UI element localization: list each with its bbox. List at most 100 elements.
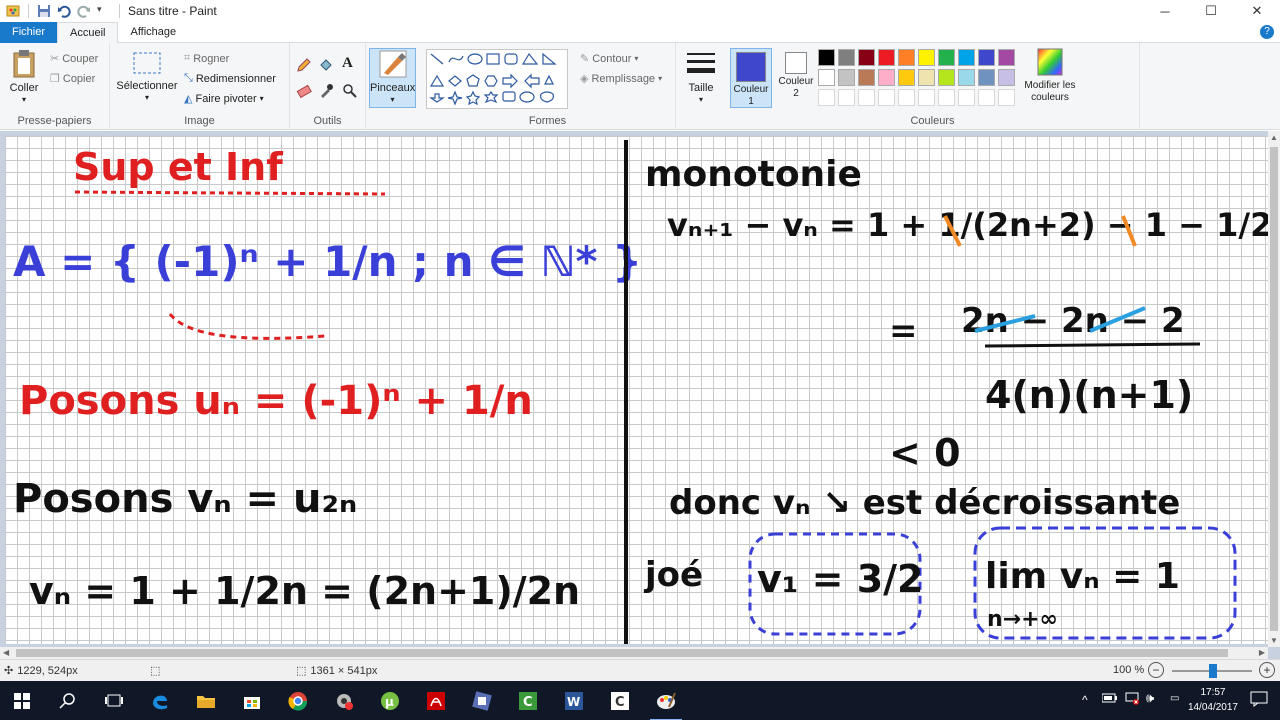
palette-swatch[interactable] <box>818 49 835 66</box>
copy-button[interactable]: ❐ Copier <box>50 72 95 86</box>
color-picker-icon[interactable] <box>318 83 334 99</box>
zoom-in-button[interactable]: + <box>1259 662 1275 678</box>
chevron-up-icon[interactable]: ^ <box>1082 693 1088 707</box>
taskbar-chrome[interactable] <box>278 686 318 716</box>
taskbar-paint[interactable] <box>646 686 686 720</box>
palette-swatch[interactable] <box>898 89 915 106</box>
size-button[interactable]: Taille ▾ <box>680 49 722 106</box>
crop-button[interactable]: ⌗ Rogner <box>184 52 229 65</box>
palette-swatch[interactable] <box>858 69 875 86</box>
shapes-gallery[interactable] <box>426 49 568 109</box>
svg-text:C: C <box>615 695 625 710</box>
eraser-icon[interactable] <box>296 83 312 99</box>
ime-icon[interactable]: ▭ <box>1170 693 1179 704</box>
horizontal-scrollbar[interactable]: ◀ ▶ <box>0 647 1268 659</box>
resize-button[interactable]: ⤡ Redimensionner <box>184 72 276 85</box>
palette-swatch[interactable] <box>918 49 935 66</box>
scroll-thumb[interactable] <box>1270 147 1278 631</box>
scroll-thumb[interactable] <box>16 649 1228 657</box>
customize-toolbar-icon[interactable]: ▾ <box>97 4 111 18</box>
scroll-right-icon[interactable]: ▶ <box>1259 648 1265 657</box>
cut-button[interactable]: ✂ Couper <box>50 52 98 66</box>
text-tool-icon[interactable]: A <box>342 55 353 72</box>
palette-swatch[interactable] <box>818 89 835 106</box>
zoom-slider-thumb[interactable] <box>1209 664 1217 678</box>
fill-dropdown[interactable]: ◈ Remplissage ▾ <box>580 72 662 86</box>
palette-swatch[interactable] <box>918 89 935 106</box>
vertical-scrollbar[interactable]: ▲ ▼ <box>1268 131 1280 647</box>
maximize-button[interactable]: ☐ <box>1188 0 1234 22</box>
battery-icon[interactable] <box>1101 693 1118 706</box>
rotate-button[interactable]: ◭ Faire pivoter ▾ <box>184 92 264 106</box>
save-icon[interactable] <box>37 4 51 18</box>
taskbar-acrobat[interactable] <box>416 686 456 716</box>
outline-dropdown[interactable]: ✎ Contour ▾ <box>580 52 638 66</box>
brushes-button[interactable]: Pinceaux ▾ <box>369 48 416 108</box>
taskbar-edge[interactable] <box>140 686 180 716</box>
undo-icon[interactable] <box>57 4 71 18</box>
fill-bucket-icon[interactable] <box>318 57 334 73</box>
zoom-out-button[interactable]: − <box>1148 662 1164 678</box>
drawing-canvas[interactable]: Sup et Inf A = { (-1)ⁿ + 1/n ; n ∈ ℕ* } … <box>5 136 1268 644</box>
taskbar-word[interactable]: W <box>554 686 594 716</box>
palette-swatch[interactable] <box>838 49 855 66</box>
palette-swatch[interactable] <box>878 89 895 106</box>
palette-swatch[interactable] <box>918 69 935 86</box>
taskbar-app-c[interactable]: C <box>600 686 640 716</box>
palette-swatch[interactable] <box>858 89 875 106</box>
taskbar-store[interactable] <box>232 686 272 716</box>
palette-swatch[interactable] <box>938 49 955 66</box>
task-view-button[interactable] <box>94 686 134 716</box>
palette-swatch[interactable] <box>958 69 975 86</box>
close-button[interactable]: ✕ <box>1234 0 1280 22</box>
palette-swatch[interactable] <box>898 49 915 66</box>
palette-swatch[interactable] <box>838 69 855 86</box>
tab-home[interactable]: Accueil <box>57 22 119 44</box>
taskbar-utorrent[interactable]: μ <box>370 686 410 716</box>
minimize-button[interactable]: ─ <box>1142 0 1188 22</box>
palette-swatch[interactable] <box>858 49 875 66</box>
network-icon[interactable] <box>1124 691 1140 708</box>
volume-icon[interactable]: 🕪 <box>1146 690 1154 706</box>
select-button[interactable]: Sélectionner ▾ <box>116 51 178 104</box>
search-button[interactable] <box>48 686 88 716</box>
scroll-up-icon[interactable]: ▲ <box>1270 133 1278 142</box>
palette-swatch[interactable] <box>938 69 955 86</box>
help-icon[interactable]: ? <box>1260 25 1274 39</box>
palette-swatch[interactable] <box>878 69 895 86</box>
palette-swatch[interactable] <box>838 89 855 106</box>
pencil-icon[interactable] <box>296 57 312 73</box>
taskbar-app-gear[interactable] <box>324 686 364 716</box>
redo-icon[interactable] <box>77 4 91 18</box>
scroll-down-icon[interactable]: ▼ <box>1270 636 1278 645</box>
color2-button[interactable]: Couleur 2 <box>776 48 816 100</box>
taskbar-app-blue[interactable] <box>462 686 502 716</box>
palette-swatch[interactable] <box>978 89 995 106</box>
edit-colors-button[interactable]: Modifier les couleurs <box>1020 47 1080 104</box>
palette-swatch[interactable] <box>978 49 995 66</box>
palette-swatch[interactable] <box>878 49 895 66</box>
palette-swatch[interactable] <box>898 69 915 86</box>
palette-swatch[interactable] <box>958 49 975 66</box>
taskbar-app-green[interactable]: C <box>508 686 548 716</box>
outline-icon: ✎ <box>580 53 590 65</box>
system-clock[interactable]: 17:57 14/04/2017 <box>1188 685 1238 715</box>
separator <box>119 4 120 18</box>
palette-swatch[interactable] <box>998 89 1015 106</box>
utorrent-icon: μ <box>381 692 399 710</box>
color1-button[interactable]: Couleur 1 <box>730 48 772 108</box>
palette-swatch[interactable] <box>998 49 1015 66</box>
palette-swatch[interactable] <box>978 69 995 86</box>
taskbar-explorer[interactable] <box>186 686 226 716</box>
notifications-icon[interactable] <box>1250 691 1268 710</box>
scroll-left-icon[interactable]: ◀ <box>3 648 9 657</box>
palette-swatch[interactable] <box>818 69 835 86</box>
palette-swatch[interactable] <box>998 69 1015 86</box>
palette-swatch[interactable] <box>938 89 955 106</box>
tab-view[interactable]: Affichage <box>118 22 188 43</box>
tab-file[interactable]: Fichier <box>0 22 58 43</box>
magnifier-icon[interactable] <box>342 83 358 99</box>
palette-swatch[interactable] <box>958 89 975 106</box>
start-button[interactable] <box>2 686 42 716</box>
paste-button[interactable]: Coller ▾ <box>6 49 42 106</box>
